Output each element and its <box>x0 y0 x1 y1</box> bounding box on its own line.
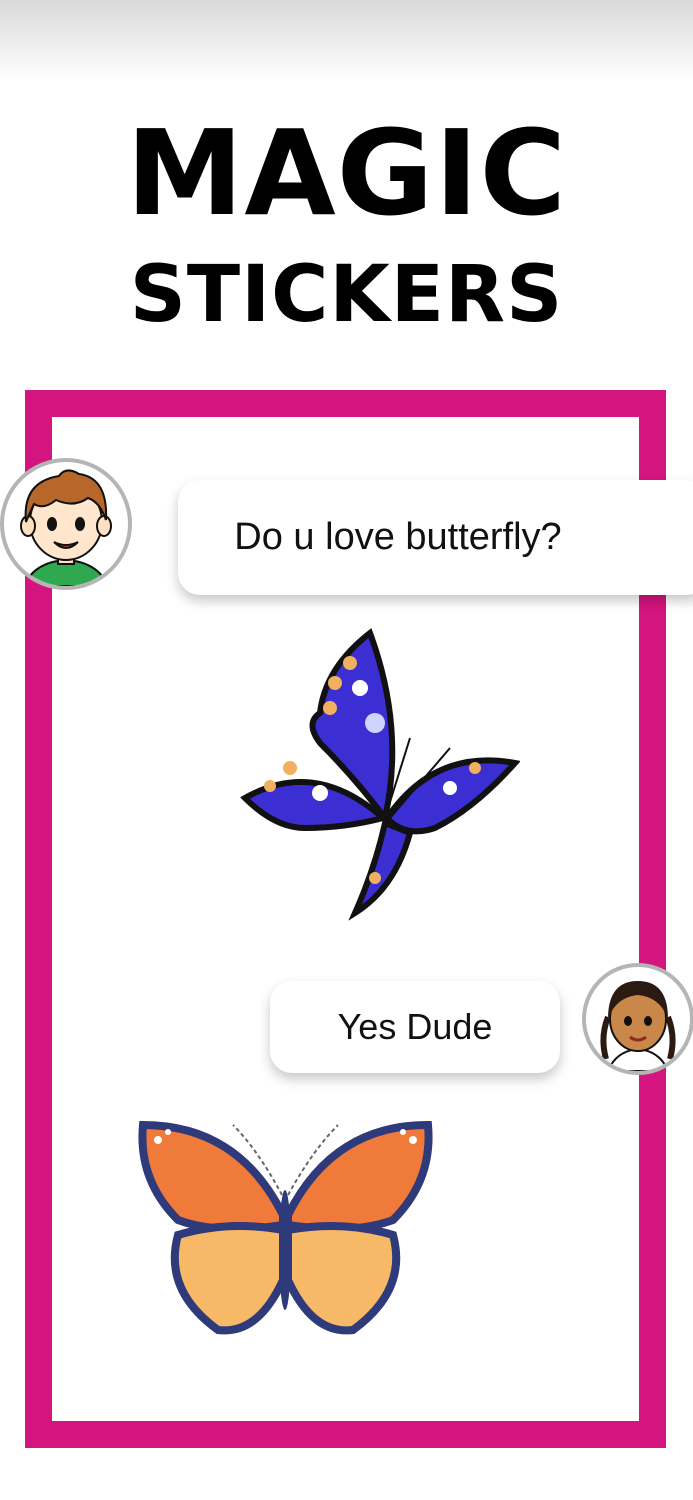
boy-avatar[interactable] <box>0 458 132 590</box>
app-title-line1: MAGIC <box>125 104 568 242</box>
monarch-butterfly-sticker-icon[interactable] <box>138 1120 433 1340</box>
chat-bubble-girl[interactable]: Yes Dude <box>270 981 560 1073</box>
chat-message-text: Do u love butterfly? <box>234 516 562 558</box>
blue-butterfly-sticker-icon[interactable] <box>235 628 520 923</box>
girl-face-icon <box>600 981 676 1071</box>
boy-face-icon <box>20 469 112 586</box>
chat-message-text: Yes Dude <box>337 1006 493 1047</box>
girl-avatar[interactable] <box>582 963 693 1075</box>
top-shade <box>0 0 693 80</box>
chat-bubble-boy[interactable]: Do u love butterfly? <box>178 480 693 595</box>
app-title-line2: STICKERS <box>129 250 564 340</box>
